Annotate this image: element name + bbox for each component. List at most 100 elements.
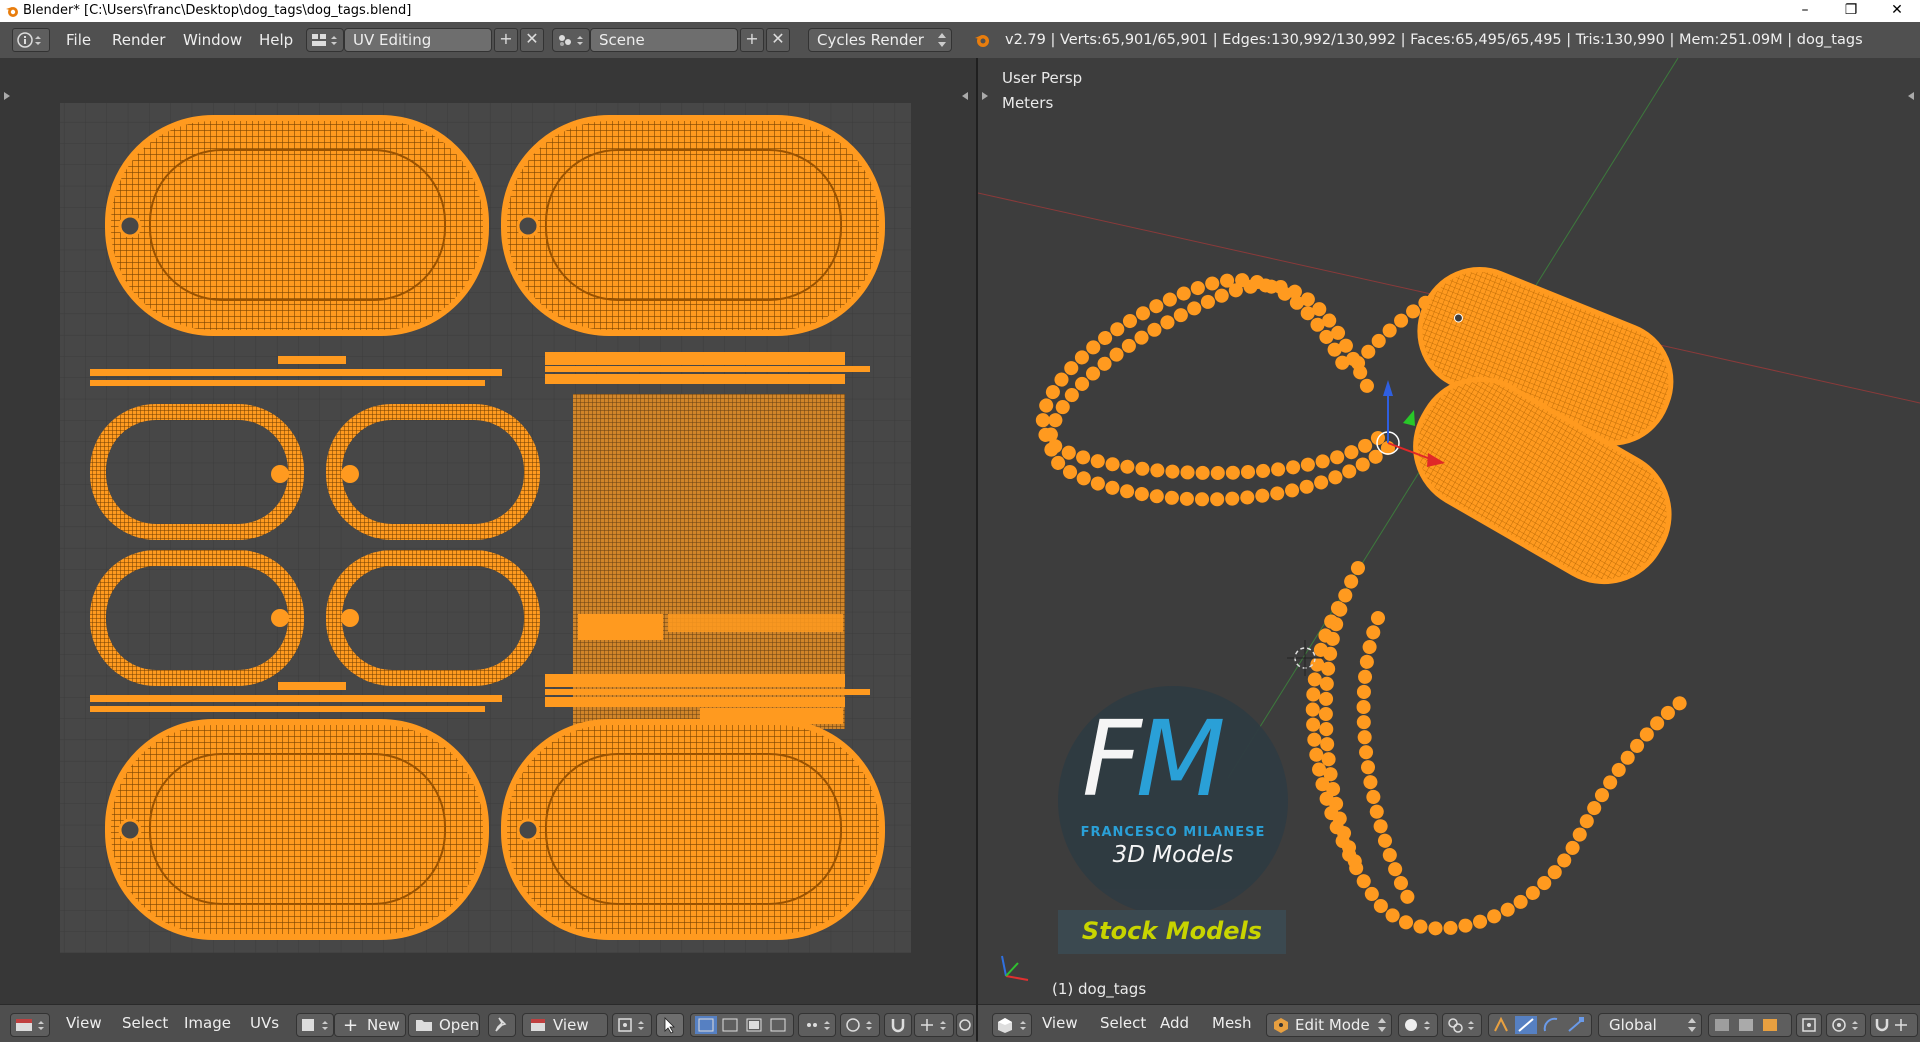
window-titlebar: Blender* [C:\Users\franc\Desktop\dog_tag… [0,0,1920,22]
view3d-menu-add[interactable]: Add [1160,1014,1189,1032]
pivot-point-dropdown[interactable] [612,1013,652,1037]
menu-window[interactable]: Window [183,28,242,52]
new-image-button[interactable]: + New [334,1013,406,1037]
close-window-button[interactable]: ✕ [1874,0,1920,22]
image-icon [531,1019,545,1031]
uv-image-editor[interactable] [0,58,976,1004]
watermark-banner: Stock Models [1058,910,1286,954]
snap-target-icon [921,1019,946,1031]
snap-target-dropdown[interactable] [914,1013,954,1037]
manipulator-buttons[interactable] [1488,1013,1592,1037]
circle-icon [846,1018,872,1032]
active-object-label: (1) dog_tags [1052,980,1147,998]
updown-arrows-icon [1688,1018,1696,1032]
snap-3d-buttons[interactable] [1870,1013,1918,1037]
limit-selection-button[interactable] [1796,1013,1822,1037]
watermark-banner-text: Stock Models [1081,917,1263,945]
uv-menu-image[interactable]: Image [184,1014,231,1032]
menu-help[interactable]: Help [259,28,293,52]
editor-type-3dview-button[interactable] [992,1013,1032,1037]
delete-screen-button[interactable]: ✕ [520,28,544,52]
menu-render[interactable]: Render [112,28,165,52]
minimize-button[interactable]: – [1782,0,1828,22]
view-mode-dropdown[interactable]: View [522,1013,608,1037]
render-engine-label: Cycles Render [817,31,924,49]
proportional-edit-3d-dropdown[interactable] [1826,1013,1866,1037]
magnet-icon [891,1019,905,1033]
plus-icon: + [745,29,759,48]
uv-menu-select[interactable]: Select [122,1014,168,1032]
sticky-selection-button[interactable] [656,1013,684,1037]
info-icon [17,32,41,48]
viewport-shading-dropdown[interactable] [1398,1013,1438,1037]
menu-file[interactable]: File [66,28,91,52]
sync-selection-button[interactable] [956,1013,974,1037]
uv-menu-view[interactable]: View [66,1014,102,1032]
scene-field[interactable]: Scene [590,28,738,52]
axis-orientation-gizmo [1001,955,1029,981]
blender-icon [975,35,989,47]
scene-statistics: v2.79 | Verts:65,901/65,901 | Edges:130,… [1005,32,1863,48]
manipulator-icons[interactable] [1491,1015,1591,1035]
proportional-icon [807,1021,830,1030]
3d-view-icon [998,1018,1026,1033]
mesh-select-mode-buttons[interactable] [1708,1013,1792,1037]
watermark-author: FRANCESCO MILANESE [1080,825,1266,840]
uv-grid-canvas[interactable] [0,58,976,1004]
add-screen-button[interactable]: + [494,28,518,52]
pivot-point-3d-dropdown[interactable] [1442,1013,1482,1037]
open-image-label: Open [439,1016,480,1034]
render-engine-dropdown[interactable]: Cycles Render [808,28,952,52]
snap-toggle-button[interactable] [884,1013,912,1037]
delete-scene-button[interactable]: ✕ [766,28,790,52]
view3d-menu-mesh[interactable]: Mesh [1212,1014,1252,1032]
image-editor-icon [16,1019,44,1031]
new-image-label: New [367,1016,400,1034]
uv-select-mode-icons[interactable] [693,1015,793,1035]
proportional-edit-dropdown[interactable] [798,1013,836,1037]
window-title: Blender* [C:\Users\franc\Desktop\dog_tag… [23,3,412,18]
screen-layout-field[interactable]: UV Editing [344,28,492,52]
plus-icon: + [343,1015,359,1036]
maximize-button[interactable]: ❐ [1828,0,1874,22]
pin-image-button[interactable] [488,1013,516,1037]
snap-dropdown[interactable] [840,1013,880,1037]
sync-icon [959,1019,971,1031]
edit-mode-icon [1274,1018,1288,1033]
open-image-button[interactable]: Open [408,1013,480,1037]
scene-name: Scene [599,31,645,49]
view3d-menu-select[interactable]: Select [1100,1014,1146,1032]
scene-icon [559,35,583,46]
uv-island-tag-top-left [105,115,489,336]
transform-orientation-dropdown[interactable]: Global [1598,1013,1702,1037]
interaction-mode-dropdown[interactable]: Edit Mode [1266,1013,1392,1037]
uv-island-tag-top-right [501,115,885,336]
watermark-subtitle: 3D Models [1112,842,1234,868]
interaction-mode-label: Edit Mode [1295,1016,1370,1034]
magnet-icon [1875,1019,1907,1032]
transform-orientation-label: Global [1609,1016,1657,1034]
uv-island-tag-bottom-right [501,719,885,940]
uv-menu-uvs[interactable]: UVs [250,1014,279,1032]
3d-viewport-header: View Select Add Mesh Edit Mode Global [978,1004,1920,1042]
image-browse-icon [302,1019,328,1031]
pivot-3d-icon [1448,1018,1474,1033]
solid-sphere-icon [1405,1019,1430,1031]
vertex-edge-face-icons[interactable] [1711,1015,1791,1035]
3d-viewport[interactable]: User Persp Meters FM FRANCESCO MILANESE … [978,58,1920,1004]
updown-arrows-icon [938,33,946,47]
view3d-menu-view[interactable]: View [1042,1014,1078,1032]
logo-letter-f: F [1082,698,1142,820]
editor-type-image-button[interactable] [10,1013,50,1037]
folder-icon [416,1020,432,1031]
scene-selector-button[interactable] [552,28,590,52]
screen-layout-icon [312,34,337,46]
image-browse-button[interactable] [296,1013,334,1037]
uv-editor-header: View Select Image UVs + New Open View [0,1004,976,1042]
circle-icon [1832,1018,1858,1032]
editor-type-info-button[interactable] [12,28,50,52]
selection-mode-buttons[interactable] [690,1013,794,1037]
screen-layout-selector-button[interactable] [306,28,344,52]
add-scene-button[interactable]: + [740,28,764,52]
plus-icon: + [499,29,513,48]
